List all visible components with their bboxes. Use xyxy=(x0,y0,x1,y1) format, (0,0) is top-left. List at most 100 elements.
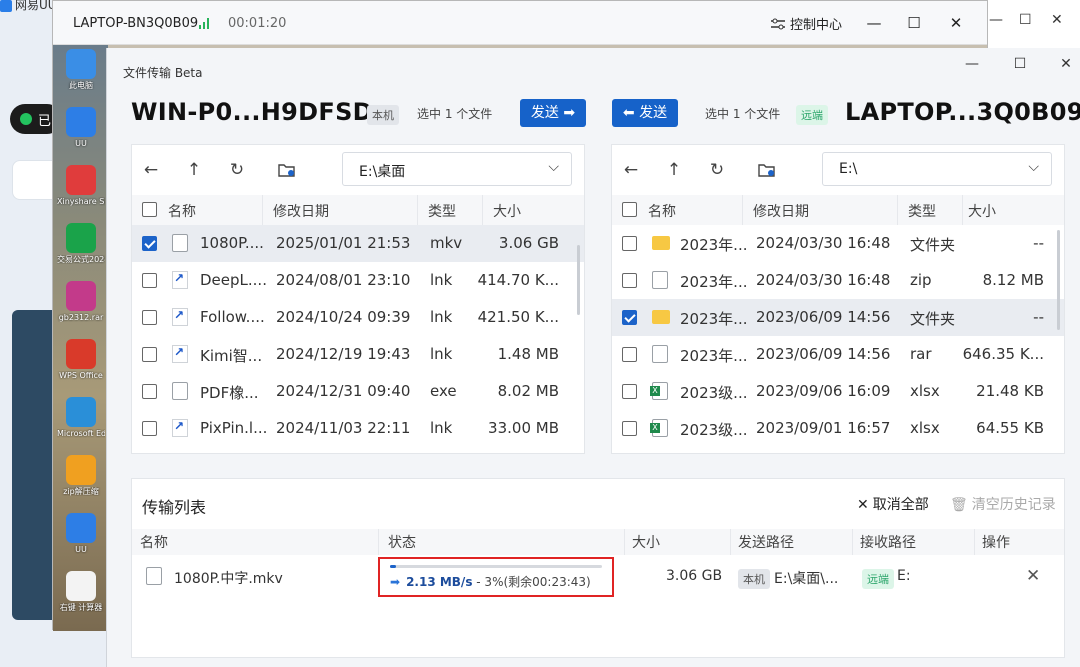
remote-maximize-button[interactable]: ☐ xyxy=(901,11,927,35)
desktop-icon[interactable]: UU xyxy=(57,513,105,554)
send-to-local-button[interactable]: ⬅ 发送 xyxy=(612,99,678,127)
desktop-icon[interactable]: 右键 计算器 xyxy=(57,571,105,612)
select-all-checkbox[interactable] xyxy=(622,202,637,217)
col-type[interactable]: 类型 xyxy=(908,201,936,221)
remote-scrollbar[interactable] xyxy=(1057,230,1060,330)
desktop-icon[interactable]: Xinyshare Sid xyxy=(57,165,105,206)
desktop-icon[interactable]: gb2312.rar xyxy=(57,281,105,322)
file-row[interactable]: 2023级... 2023/09/01 16:57 xlsx 64.55 KB xyxy=(612,410,1064,447)
local-path-selector[interactable]: E:\桌面 ⌵ xyxy=(342,152,572,186)
app-icon xyxy=(66,107,96,137)
new-folder-icon[interactable] xyxy=(756,159,778,181)
back-arrow-icon[interactable]: ← xyxy=(140,159,162,181)
back-arrow-icon[interactable]: ← xyxy=(620,159,642,181)
file-size: 8.02 MB xyxy=(497,382,559,400)
file-row[interactable]: 2023年... 2024/03/30 16:48 zip 8.12 MB xyxy=(612,262,1064,299)
local-path-value: E:\桌面 xyxy=(359,164,406,180)
remote-host-name: LAPTOP-BN3Q0B09 xyxy=(73,16,199,31)
remote-close-button[interactable]: ✕ xyxy=(943,11,969,35)
desktop-icon[interactable]: UU xyxy=(57,107,105,148)
file-row[interactable]: 2023年... 2023/06/09 14:56 文件夹 -- xyxy=(612,299,1064,336)
desktop-icon[interactable]: 交易公式2024 xyxy=(57,223,105,264)
file-row[interactable]: 1080P.... 2025/01/01 21:53 mkv 3.06 GB xyxy=(132,225,584,262)
col-date[interactable]: 修改日期 xyxy=(273,201,329,221)
row-checkbox[interactable] xyxy=(622,310,637,325)
file-row[interactable]: PDF橡... 2024/12/31 09:40 exe 8.02 MB xyxy=(132,373,584,410)
desktop-icon[interactable]: 此电脑 xyxy=(57,49,105,90)
col-size[interactable]: 大小 xyxy=(968,201,996,221)
maximize-icon[interactable]: ☐ xyxy=(1019,12,1032,28)
cancel-transfer-close-icon[interactable]: ✕ xyxy=(1026,566,1040,586)
file-date: 2024/12/31 09:40 xyxy=(276,382,411,400)
local-selection-info: 选中 1 个文件 xyxy=(417,107,493,121)
desktop-icon[interactable]: zip解压缩 xyxy=(57,455,105,496)
row-checkbox[interactable] xyxy=(142,273,157,288)
control-center-button[interactable]: 控制中心 xyxy=(771,14,842,33)
row-checkbox[interactable] xyxy=(622,421,637,436)
trash-icon: 🗑 xyxy=(950,497,968,513)
file-date: 2024/03/30 16:48 xyxy=(756,271,891,289)
file-size: 421.50 K... xyxy=(477,308,559,326)
refresh-icon[interactable]: ↻ xyxy=(226,159,248,181)
clear-history-button[interactable]: 🗑 清空历史记录 xyxy=(950,494,1056,514)
control-center-label: 控制中心 xyxy=(790,18,843,33)
ft-close-button[interactable]: ✕ xyxy=(1051,56,1080,76)
remote-minimize-button[interactable]: — xyxy=(861,11,887,35)
cancel-all-button[interactable]: ✕ 取消全部 xyxy=(857,494,929,514)
minimize-icon[interactable]: — xyxy=(989,12,1003,28)
row-checkbox[interactable] xyxy=(622,273,637,288)
row-checkbox[interactable] xyxy=(142,347,157,362)
col-type[interactable]: 类型 xyxy=(428,201,456,221)
file-row[interactable]: Follow.... 2024/10/24 09:39 lnk 421.50 K... xyxy=(132,299,584,336)
file-name: 2023年... xyxy=(680,236,748,254)
refresh-icon[interactable]: ↻ xyxy=(706,159,728,181)
desktop-icon[interactable]: Microsoft Edge xyxy=(57,397,105,438)
local-scrollbar[interactable] xyxy=(577,245,580,315)
file-row[interactable]: PixPin.l... 2024/11/03 22:11 lnk 33.00 MB xyxy=(132,410,584,447)
file-transfer-window: 文件传输 Beta — ☐ ✕ WIN-P0...H9DFSD 本机 选中 1 … xyxy=(106,48,1080,667)
up-arrow-icon[interactable]: ↑ xyxy=(183,159,205,181)
file-row[interactable]: Kimi智... 2024/12/19 19:43 lnk 1.48 MB xyxy=(132,336,584,373)
col-date[interactable]: 修改日期 xyxy=(753,201,809,221)
row-checkbox[interactable] xyxy=(142,310,157,325)
file-row[interactable]: DeepL.... 2024/08/01 23:10 lnk 414.70 K... xyxy=(132,262,584,299)
file-date: 2023/06/09 14:56 xyxy=(756,308,891,326)
chevron-down-icon: ⌵ xyxy=(548,159,559,175)
desktop-icon-label: UU xyxy=(75,545,87,554)
close-icon: ✕ xyxy=(857,497,869,513)
desktop-icon[interactable]: WPS Office xyxy=(57,339,105,380)
row-checkbox[interactable] xyxy=(142,384,157,399)
file-row[interactable]: 2023年... 2023/06/09 14:56 rar 646.35 K... xyxy=(612,336,1064,373)
col-name[interactable]: 名称 xyxy=(168,201,196,221)
ft-maximize-button[interactable]: ☐ xyxy=(1005,56,1035,76)
new-folder-icon[interactable] xyxy=(276,159,298,181)
file-name: PixPin.l... xyxy=(200,419,268,437)
col-size[interactable]: 大小 xyxy=(493,201,521,221)
file-type: rar xyxy=(910,345,932,363)
file-row[interactable]: 2023级... 2023/09/06 16:09 xlsx 21.48 KB xyxy=(612,373,1064,410)
up-arrow-icon[interactable]: ↑ xyxy=(663,159,685,181)
transfer-size: 3.06 GB xyxy=(666,568,723,584)
remote-path-selector[interactable]: E:\ ⌵ xyxy=(822,152,1052,186)
send-to-remote-button[interactable]: 发送 ➡ xyxy=(520,99,586,127)
remote-host-name-header: LAPTOP...3Q0B09 xyxy=(845,98,1080,126)
file-name: DeepL.... xyxy=(200,271,267,289)
row-checkbox[interactable] xyxy=(622,384,637,399)
file-name: 2023级... xyxy=(680,421,748,439)
file-size: 64.55 KB xyxy=(976,419,1044,437)
excel-file-icon xyxy=(650,382,668,400)
remote-titlebar: LAPTOP-BN3Q0B09 00:01:20 控制中心 — ☐ ✕ xyxy=(53,1,987,45)
file-name: Kimi智... xyxy=(200,347,263,365)
col-name[interactable]: 名称 xyxy=(648,201,676,221)
select-all-checkbox[interactable] xyxy=(142,202,157,217)
row-checkbox[interactable] xyxy=(142,421,157,436)
row-checkbox[interactable] xyxy=(622,347,637,362)
file-date: 2024/10/24 09:39 xyxy=(276,308,411,326)
ft-minimize-button[interactable]: — xyxy=(957,56,987,76)
row-checkbox[interactable] xyxy=(142,236,157,251)
close-icon[interactable]: ✕ xyxy=(1051,12,1063,28)
desktop-icon-label: Microsoft Edge xyxy=(57,429,105,438)
progress-text: ➡ 2.13 MB/s - 3%(剩余00:23:43) xyxy=(390,573,591,590)
file-row[interactable]: 2023年... 2024/03/30 16:48 文件夹 -- xyxy=(612,225,1064,262)
row-checkbox[interactable] xyxy=(622,236,637,251)
